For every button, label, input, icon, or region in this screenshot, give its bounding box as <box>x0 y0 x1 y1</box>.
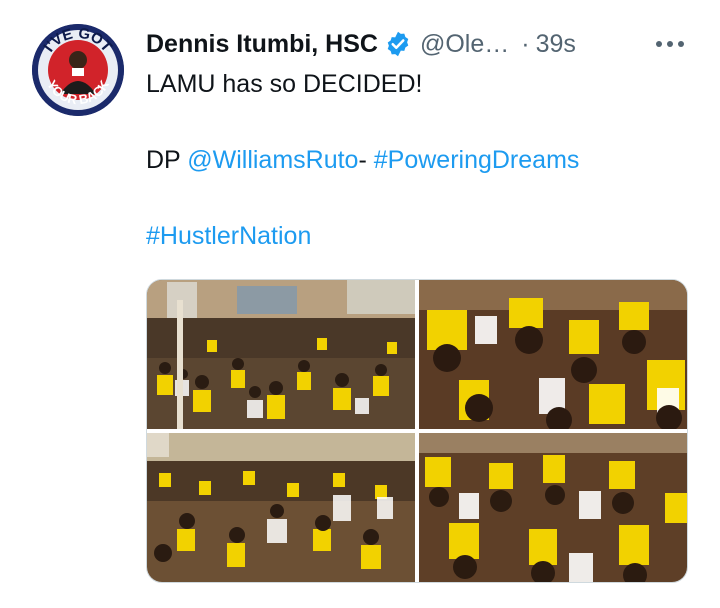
author-name[interactable]: Dennis Itumbi, HSC <box>146 30 378 59</box>
avatar[interactable]: I'VE GOT YOUR BACK <box>32 24 124 116</box>
text-dash: - <box>358 146 374 174</box>
media-grid <box>146 279 688 583</box>
crowd-photo-4[interactable] <box>419 433 687 582</box>
tweet-text-line-2: DP @WilliamsRuto- #PoweringDreams <box>146 146 579 175</box>
tweet-header: Dennis Itumbi, HSC @Ole… · 39s <box>146 26 576 62</box>
tweet-text-line-1: LAMU has so DECIDED! <box>146 70 423 98</box>
text-prefix: DP <box>146 146 188 174</box>
verified-badge-icon <box>384 30 412 58</box>
time-separator: · <box>521 29 530 58</box>
hashtag-powering-dreams[interactable]: #PoweringDreams <box>374 146 580 174</box>
author-handle[interactable]: @Ole… <box>420 30 509 59</box>
tweet-text-line-3: #HustlerNation <box>146 222 311 251</box>
crowd-photo-3[interactable] <box>147 433 415 582</box>
more-options-icon[interactable] <box>652 30 688 58</box>
crowd-photo-2[interactable] <box>419 280 687 429</box>
tweet-card[interactable]: I'VE GOT YOUR BACK Dennis Itumbi, HSC @O… <box>0 0 720 608</box>
hashtag-hustler-nation[interactable]: #HustlerNation <box>146 222 311 250</box>
crowd-photo-1[interactable] <box>147 280 415 429</box>
mention-link[interactable]: @WilliamsRuto <box>187 146 358 174</box>
tweet-timestamp[interactable]: 39s <box>536 30 576 59</box>
